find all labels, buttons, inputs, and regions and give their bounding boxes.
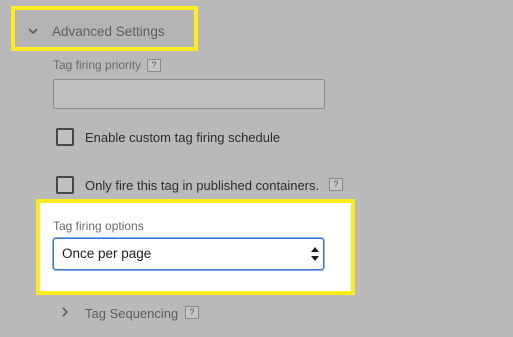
tag-sequencing-title[interactable]: Tag Sequencing [85, 306, 178, 321]
published-only-checkbox[interactable] [56, 176, 74, 194]
help-icon[interactable]: ? [147, 59, 161, 72]
select-value: Once per page [62, 246, 152, 261]
help-icon[interactable]: ? [329, 178, 343, 191]
custom-schedule-label: Enable custom tag firing schedule [85, 130, 281, 145]
advanced-settings-title[interactable]: Advanced Settings [52, 24, 165, 39]
tag-firing-priority-label: Tag firing priority [53, 58, 142, 72]
tag-firing-options-select[interactable]: Once per page [53, 238, 324, 270]
published-only-label: Only fire this tag in published containe… [85, 178, 320, 193]
help-icon[interactable]: ? [185, 306, 199, 319]
chevron-down-icon[interactable] [27, 24, 39, 36]
tag-firing-priority-input[interactable] [53, 79, 325, 109]
chevron-right-icon[interactable] [60, 305, 70, 317]
select-arrows-icon [311, 246, 319, 262]
custom-schedule-checkbox[interactable] [56, 128, 74, 146]
tag-firing-options-label: Tag firing options [53, 219, 144, 233]
